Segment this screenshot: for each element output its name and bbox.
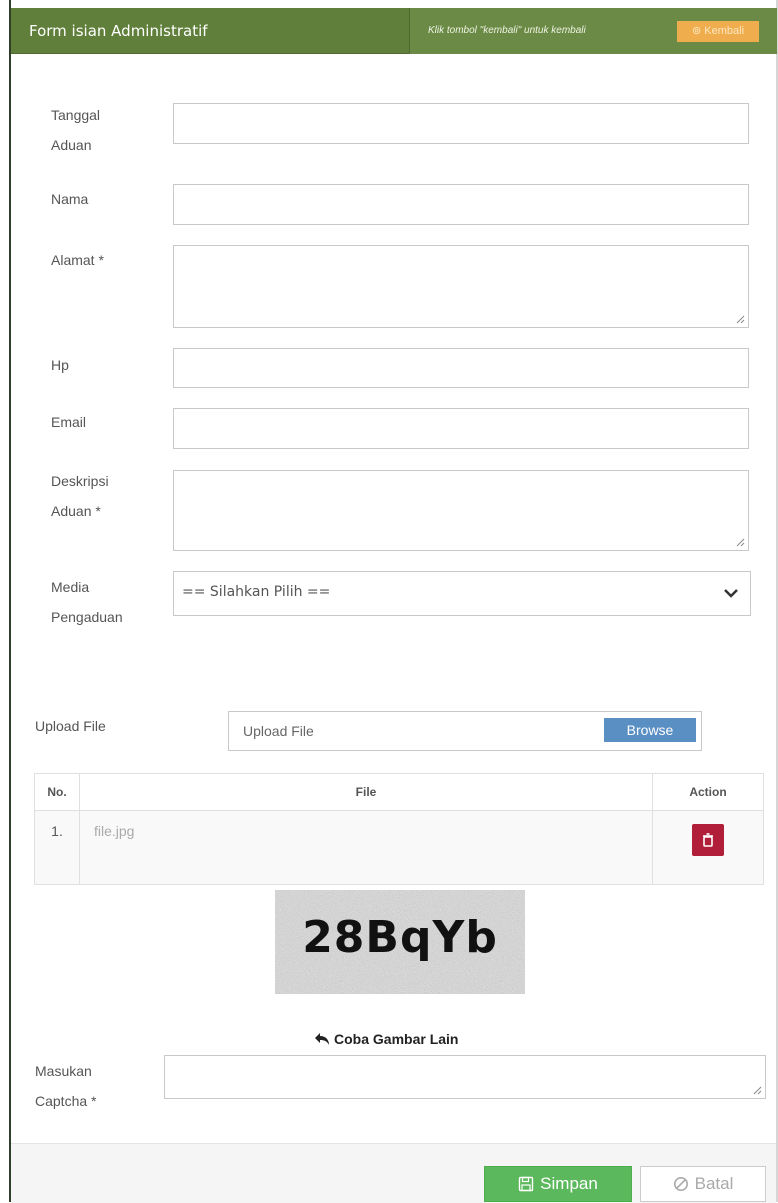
files-table: No. File Action 1. file.jpg: [34, 773, 764, 885]
form-title: Form isian Administratif: [29, 22, 208, 40]
window-left-border: [9, 0, 11, 1202]
upload-file-label: Upload File: [35, 718, 106, 734]
trash-icon: [703, 833, 713, 847]
refresh-captcha-label: Coba Gambar Lain: [334, 1031, 459, 1047]
back-button[interactable]: ⊚ Kembali: [677, 21, 759, 42]
save-button-label: Simpan: [540, 1174, 598, 1193]
tanggal-aduan-label: Tanggal Aduan: [51, 107, 101, 153]
window-left-gutter: [0, 0, 9, 1202]
cancel-button-label: Batal: [694, 1174, 734, 1193]
resize-grip-icon[interactable]: [735, 314, 745, 324]
hp-label: Hp: [51, 357, 69, 373]
delete-file-button[interactable]: [692, 824, 724, 856]
back-button-label: Kembali: [704, 25, 745, 37]
back-hint-text: Klik tombol "kembali" untuk kembali: [428, 25, 586, 36]
resize-grip-icon[interactable]: [735, 537, 745, 547]
table-header-row: No. File Action: [34, 773, 764, 811]
alamat-textarea[interactable]: [173, 245, 749, 328]
back-circle-icon: ⊚: [691, 25, 702, 37]
captcha-image: 28BqYb: [275, 890, 525, 994]
column-header-no: No.: [34, 773, 80, 811]
nama-input[interactable]: [173, 184, 749, 225]
alamat-label: Alamat *: [51, 252, 104, 268]
upload-file-field[interactable]: Upload File Browse: [228, 711, 702, 751]
chevron-down-icon: [724, 589, 738, 598]
row-number: 1.: [34, 810, 80, 885]
email-input[interactable]: [173, 408, 749, 449]
refresh-captcha-link[interactable]: Coba Gambar Lain: [314, 1031, 458, 1047]
upload-file-placeholder: Upload File: [243, 723, 314, 739]
browse-button[interactable]: Browse: [604, 718, 696, 742]
tanggal-aduan-input[interactable]: [173, 103, 749, 144]
floppy-disk-icon: [518, 1176, 534, 1192]
resize-grip-icon[interactable]: [752, 1085, 762, 1095]
table-row: 1. file.jpg: [34, 810, 764, 885]
media-pengaduan-label: Media Pengaduan: [51, 579, 123, 625]
captcha-input[interactable]: [164, 1055, 766, 1099]
media-pengaduan-select[interactable]: == Silahkan Pilih ==: [173, 571, 751, 616]
file-name: file.jpg: [79, 810, 653, 885]
hp-input[interactable]: [173, 348, 749, 388]
captcha-input-label: Masukan Captcha *: [35, 1063, 97, 1109]
email-label: Email: [51, 414, 87, 430]
column-header-action: Action: [652, 773, 764, 811]
header-right-panel: Klik tombol "kembali" untuk kembali ⊚ Ke…: [409, 8, 777, 54]
deskripsi-aduan-textarea[interactable]: [173, 470, 749, 551]
cancel-button[interactable]: Batal: [640, 1166, 766, 1202]
media-pengaduan-selected: == Silahkan Pilih ==: [182, 584, 331, 600]
reply-arrow-icon: [315, 1033, 329, 1045]
save-button[interactable]: Simpan: [484, 1166, 632, 1202]
captcha-text: 28BqYb: [302, 912, 498, 963]
form-header: Form isian Administratif Klik tombol "ke…: [11, 8, 777, 54]
deskripsi-aduan-label: Deskripsi Aduan *: [51, 473, 109, 519]
ban-icon: [673, 1177, 688, 1191]
column-header-file: File: [79, 773, 653, 811]
nama-label: Nama: [51, 191, 89, 207]
